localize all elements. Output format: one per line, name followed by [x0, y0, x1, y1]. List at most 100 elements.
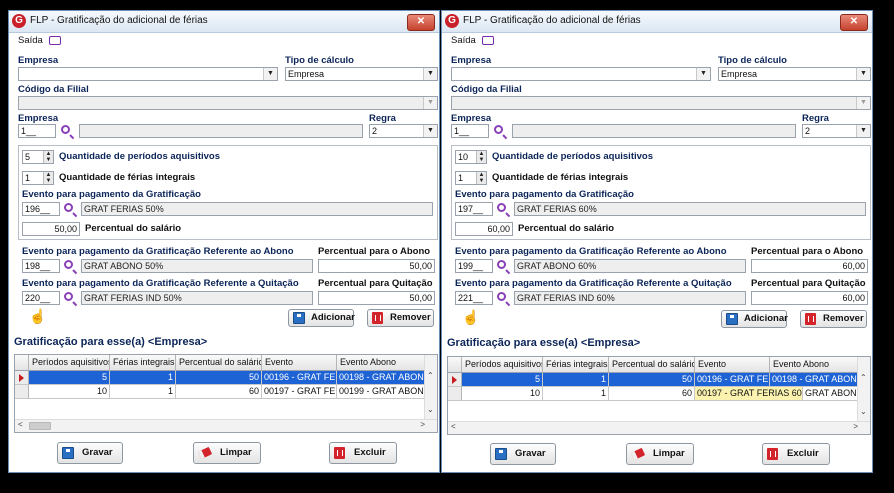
adicionar-button[interactable]: Adicionar [721, 310, 788, 328]
cell[interactable]: 50 [609, 373, 695, 387]
search-icon[interactable] [497, 260, 506, 269]
cell[interactable]: GRAT ABONO [803, 387, 860, 401]
cell[interactable]: 00196 - GRAT FE... [262, 371, 337, 385]
cell[interactable]: 1 [543, 373, 609, 387]
chevron-down-icon[interactable]: ▼ [423, 125, 437, 137]
cell[interactable]: 1 [543, 387, 609, 401]
column-header[interactable]: Férias integrais [110, 355, 176, 371]
adicionar-button[interactable]: Adicionar [288, 309, 355, 327]
cell[interactable]: 60 [176, 385, 262, 399]
close-button[interactable]: ✕ [840, 14, 868, 31]
search-icon[interactable] [64, 292, 73, 301]
menu-saida[interactable]: Saída [18, 35, 43, 46]
cell[interactable]: 50 [176, 371, 262, 385]
cell[interactable]: 1 [110, 371, 176, 385]
cell[interactable]: 10 [29, 385, 110, 399]
scroll-left-icon[interactable]: < [451, 422, 456, 431]
evento-abono-code-input[interactable]: 199__ [455, 259, 493, 273]
title-bar[interactable]: G FLP - Gratificação do adicional de fér… [9, 11, 439, 33]
qtd-ferias-stepper[interactable]: 1 ▲ ▼ [22, 171, 54, 185]
spinner-arrows-icon[interactable]: ▲ ▼ [43, 172, 53, 184]
horizontal-scrollbar[interactable]: < > [448, 421, 870, 434]
excluir-button[interactable]: Excluir [762, 443, 830, 465]
perc-quitacao-input[interactable]: 50,00 [318, 291, 435, 305]
chevron-down-icon[interactable]: ▼ [856, 68, 870, 80]
evento-quitacao-code-input[interactable]: 221__ [455, 291, 493, 305]
vertical-scrollbar[interactable]: ⌃ ⌄ [857, 357, 870, 422]
percentual-salario-input[interactable]: 60,00 [455, 222, 513, 236]
limpar-button[interactable]: Limpar [626, 443, 694, 465]
perc-quitacao-input[interactable]: 60,00 [751, 291, 868, 305]
chevron-down-icon[interactable]: ▼ [423, 97, 437, 109]
search-icon[interactable] [494, 125, 503, 134]
gratificacao-grid[interactable]: Períodos aquisitivos Férias integrais Pe… [447, 356, 871, 435]
scroll-down-icon[interactable]: ⌄ [427, 405, 434, 414]
evento-quitacao-code-input[interactable]: 220__ [22, 291, 60, 305]
scroll-up-icon[interactable]: ⌃ [427, 371, 434, 380]
empresa-code-input[interactable]: 1__ [451, 124, 489, 138]
remover-button[interactable]: Remover [800, 310, 867, 328]
scroll-right-icon[interactable]: > [853, 422, 858, 431]
cell[interactable]: 00198 - GRAT ABONO [770, 373, 860, 387]
chevron-down-icon[interactable]: ▼ [263, 68, 277, 80]
empresa-select[interactable]: ▼ [18, 67, 278, 81]
chevron-down-icon[interactable]: ▼ [856, 125, 870, 137]
menu-saida[interactable]: Saída [451, 35, 476, 46]
search-icon[interactable] [64, 203, 73, 212]
chat-icon[interactable] [49, 36, 61, 45]
title-bar[interactable]: G FLP - Gratificação do adicional de fér… [442, 11, 872, 33]
perc-abono-input[interactable]: 50,00 [318, 259, 435, 273]
chat-icon[interactable] [482, 36, 494, 45]
qtd-periodos-stepper[interactable]: 10 ▲ ▼ [455, 150, 487, 164]
search-icon[interactable] [497, 292, 506, 301]
cell[interactable]: 00198 - GRAT ABONO [337, 371, 427, 385]
spinner-arrows-icon[interactable]: ▲ ▼ [476, 172, 486, 184]
remover-button[interactable]: Remover [367, 309, 434, 327]
tipo-calculo-select[interactable]: Empresa ▼ [285, 67, 438, 81]
evento-abono-code-input[interactable]: 198__ [22, 259, 60, 273]
scroll-thumb[interactable] [29, 422, 51, 430]
cell[interactable]: 10 [462, 387, 543, 401]
scroll-right-icon[interactable]: > [420, 420, 425, 429]
cell-editing[interactable]: 00197 - GRAT FERIAS 60% [695, 387, 803, 401]
close-button[interactable]: ✕ [407, 14, 435, 31]
cell[interactable]: 60 [609, 387, 695, 401]
column-header[interactable]: Evento Abono [337, 355, 427, 371]
search-icon[interactable] [497, 203, 506, 212]
codigo-filial-select[interactable]: ▼ [18, 96, 438, 110]
column-header[interactable]: Períodos aquisitivos [462, 357, 543, 373]
spinner-arrows-icon[interactable]: ▲ ▼ [476, 151, 486, 163]
column-header[interactable]: Percentual do salário [176, 355, 262, 371]
percentual-salario-input[interactable]: 50,00 [22, 222, 80, 236]
chevron-down-icon[interactable]: ▼ [423, 68, 437, 80]
cell[interactable]: 00197 - GRAT FE... [262, 385, 337, 399]
column-header[interactable]: Férias integrais [543, 357, 609, 373]
gratificacao-grid[interactable]: Períodos aquisitivos Férias integrais Pe… [14, 354, 438, 433]
chevron-down-icon[interactable]: ▼ [696, 68, 710, 80]
cell[interactable]: 00199 - GRAT ABONO [337, 385, 427, 399]
regra-select[interactable]: 2 ▼ [802, 124, 871, 138]
column-header[interactable]: Evento [262, 355, 337, 371]
empresa-code-input[interactable]: 1__ [18, 124, 56, 138]
evento-grat-code-input[interactable]: 196__ [22, 202, 60, 216]
codigo-filial-select[interactable]: ▼ [451, 96, 871, 110]
search-icon[interactable] [64, 260, 73, 269]
cell[interactable]: 00196 - GRAT FE... [695, 373, 770, 387]
scroll-up-icon[interactable]: ⌃ [860, 373, 867, 382]
qtd-periodos-stepper[interactable]: 5 ▲ ▼ [22, 150, 54, 164]
chevron-down-icon[interactable]: ▼ [856, 97, 870, 109]
search-icon[interactable] [61, 125, 70, 134]
gravar-button[interactable]: Gravar [57, 442, 123, 464]
empresa-select[interactable]: ▼ [451, 67, 711, 81]
regra-select[interactable]: 2 ▼ [369, 124, 438, 138]
tipo-calculo-select[interactable]: Empresa ▼ [718, 67, 871, 81]
cell[interactable]: 1 [110, 385, 176, 399]
spinner-arrows-icon[interactable]: ▲ ▼ [43, 151, 53, 163]
column-header[interactable]: Evento [695, 357, 770, 373]
limpar-button[interactable]: Limpar [193, 442, 261, 464]
column-header[interactable]: Períodos aquisitivos [29, 355, 110, 371]
column-header[interactable]: Evento Abono [770, 357, 860, 373]
scroll-down-icon[interactable]: ⌄ [860, 407, 867, 416]
scroll-left-icon[interactable]: < [18, 420, 23, 429]
column-header[interactable]: Percentual do salário [609, 357, 695, 373]
